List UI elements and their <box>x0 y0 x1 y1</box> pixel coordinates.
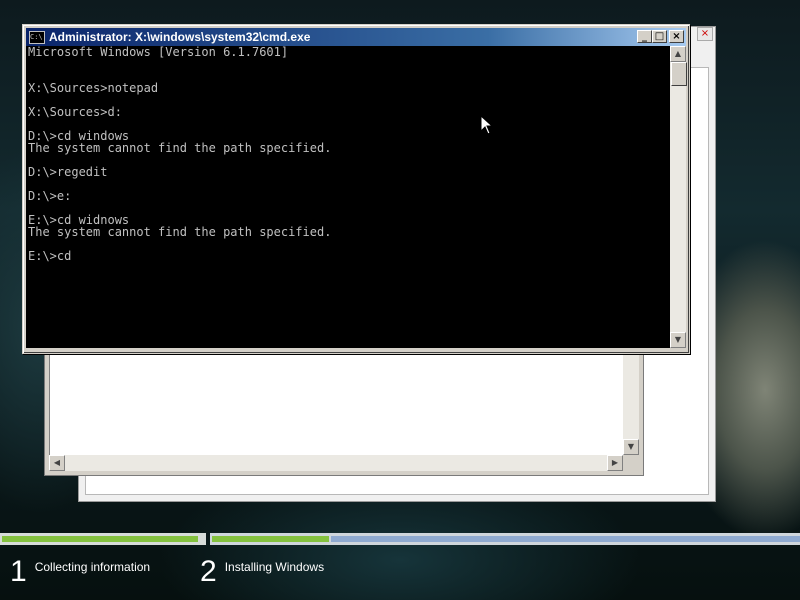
cmd-icon: C:\ <box>29 30 45 44</box>
progress-remaining <box>331 536 800 542</box>
notepad-vertical-scrollbar[interactable]: ▼ <box>623 341 639 455</box>
progress-segment-installing <box>210 533 800 545</box>
console-line: D:\>e: <box>28 189 72 203</box>
progress-fill-collecting <box>2 536 198 542</box>
console-line: X:\Sources>notepad <box>28 81 159 95</box>
step-number: 2 <box>200 555 217 588</box>
notepad-text-area[interactable] <box>49 341 623 455</box>
setup-close-button[interactable]: × <box>697 27 713 41</box>
cmd-window: C:\ Administrator: X:\windows\system32\c… <box>22 24 690 354</box>
console-text: Microsoft Windows [Version 6.1.7601] X:\S… <box>26 46 670 262</box>
step-label: Installing Windows <box>224 560 325 574</box>
notepad-horizontal-scrollbar[interactable]: ◀ ▶ <box>49 455 623 471</box>
console-line: X:\Sources>d: <box>28 105 122 119</box>
console-line: Microsoft Windows [Version 6.1.7601] <box>28 46 289 59</box>
notepad-window: ▼ ◀ ▶ <box>44 340 644 476</box>
scroll-left-icon[interactable]: ◀ <box>49 455 65 471</box>
scroll-right-icon[interactable]: ▶ <box>607 455 623 471</box>
minimize-button[interactable]: _ <box>637 30 652 43</box>
maximize-button[interactable]: □ <box>652 30 667 43</box>
scroll-down-icon[interactable]: ▼ <box>623 439 639 455</box>
setup-progress-bar <box>0 533 800 545</box>
console-line: D:\>regedit <box>28 165 108 179</box>
scroll-up-icon[interactable]: ▲ <box>670 46 686 62</box>
progress-segment-collecting <box>0 533 206 545</box>
console-line: E:\>cd <box>28 249 72 263</box>
window-title: Administrator: X:\windows\system32\cmd.e… <box>49 30 311 44</box>
step-installing-windows: 2 Installing Windows <box>200 556 324 588</box>
scroll-down-icon[interactable]: ▼ <box>670 332 686 348</box>
cmd-vertical-scrollbar[interactable]: ▲ ▼ <box>670 46 687 348</box>
progress-fill-installing <box>212 536 329 542</box>
console-output[interactable]: Microsoft Windows [Version 6.1.7601] X:\S… <box>26 46 670 348</box>
step-collecting-information: 1 Collecting information <box>10 556 150 588</box>
mouse-pointer-icon <box>480 115 494 135</box>
step-number: 1 <box>10 555 27 588</box>
cmd-titlebar[interactable]: C:\ Administrator: X:\windows\system32\c… <box>26 28 686 46</box>
scroll-thumb[interactable] <box>671 62 687 86</box>
step-label: Collecting information <box>34 560 151 574</box>
close-button[interactable]: × <box>669 30 684 43</box>
console-line: The system cannot find the path specifie… <box>28 225 332 239</box>
console-line: The system cannot find the path specifie… <box>28 141 332 155</box>
